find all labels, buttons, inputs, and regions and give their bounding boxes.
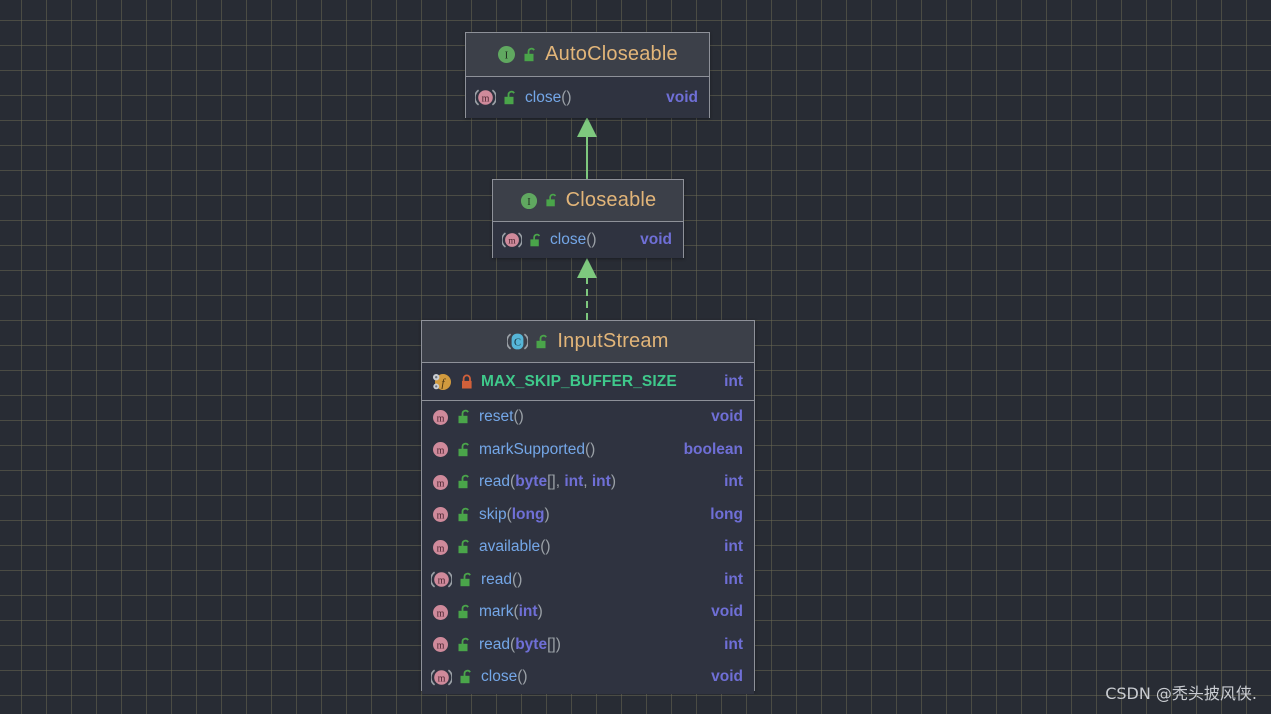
- unlock-icon: [459, 669, 474, 685]
- svg-text:m: m: [437, 543, 445, 554]
- member-type: void: [640, 231, 672, 248]
- member-row[interactable]: m close() void: [493, 222, 683, 258]
- svg-text:m: m: [437, 446, 445, 457]
- methods-section-auto-closeable: m close() void: [466, 77, 709, 118]
- static-field-icon: f: [431, 372, 453, 392]
- member-signature: skip(long): [479, 505, 550, 523]
- member-row[interactable]: m mark(int) void: [422, 596, 754, 629]
- svg-text:I: I: [527, 196, 531, 207]
- svg-text:m: m: [438, 673, 446, 684]
- member-type: int: [724, 473, 743, 491]
- unlock-icon: [457, 604, 472, 620]
- member-row[interactable]: m markSupported() boolean: [422, 434, 754, 467]
- member-type: int: [724, 372, 743, 390]
- member-row[interactable]: f MAX_SKIP_BUFFER_SIZE int: [422, 363, 754, 400]
- unlock-icon: [457, 539, 472, 555]
- svg-text:m: m: [437, 478, 445, 489]
- member-type: void: [711, 603, 743, 621]
- interface-icon: I: [497, 45, 516, 64]
- class-header-auto-closeable[interactable]: I AutoCloseable: [466, 33, 709, 77]
- member-row[interactable]: m available() int: [422, 531, 754, 564]
- unlock-icon: [457, 637, 472, 653]
- watermark: CSDN @秃头披风侠.: [1105, 684, 1257, 703]
- unlock-icon: [523, 47, 538, 63]
- connector-inputstream-implements-closeable: [577, 258, 597, 320]
- member-signature: close(): [481, 668, 528, 686]
- class-name-auto-closeable: AutoCloseable: [545, 43, 678, 65]
- member-row[interactable]: m read() int: [422, 564, 754, 597]
- connector-closeable-extends-autocloseable: [577, 117, 597, 179]
- abstract-class-icon: C: [506, 332, 530, 351]
- member-signature: read(byte[], int, int): [479, 473, 616, 491]
- svg-text:m: m: [482, 93, 490, 104]
- unlock-icon: [457, 409, 472, 425]
- unlock-icon: [503, 90, 518, 106]
- unlock-icon: [545, 193, 559, 208]
- method-icon: m: [431, 440, 450, 459]
- class-header-input-stream[interactable]: C InputStream: [422, 321, 754, 363]
- unlock-icon: [457, 442, 472, 458]
- member-signature: markSupported(): [479, 440, 596, 458]
- svg-text:m: m: [437, 413, 445, 424]
- method-icon: m: [431, 473, 450, 492]
- class-box-input-stream[interactable]: C InputStream f MAX_SKIP_BUFFER_SIZE int…: [421, 320, 755, 694]
- method-abstract-icon: m: [430, 570, 453, 589]
- member-type: void: [666, 88, 698, 106]
- method-icon: m: [431, 603, 450, 622]
- member-row[interactable]: m read(byte[], int, int) int: [422, 466, 754, 499]
- member-type: int: [724, 570, 743, 588]
- class-name-closeable: Closeable: [565, 189, 657, 211]
- unlock-icon: [535, 334, 550, 350]
- methods-section-input-stream: m reset() void m markSupported() boolean…: [422, 400, 754, 694]
- svg-text:m: m: [437, 511, 445, 522]
- unlock-icon: [457, 507, 472, 523]
- svg-text:I: I: [505, 50, 509, 62]
- method-abstract-icon: m: [474, 88, 497, 107]
- unlock-icon: [459, 572, 474, 588]
- method-icon: m: [431, 635, 450, 654]
- member-row[interactable]: m read(byte[]) int: [422, 629, 754, 662]
- unlock-icon: [529, 233, 543, 248]
- member-signature: read(): [481, 570, 523, 588]
- svg-text:m: m: [508, 237, 516, 247]
- member-row[interactable]: m close() void: [466, 77, 709, 118]
- class-box-closeable[interactable]: I Closeable m close() void: [492, 179, 684, 258]
- member-row[interactable]: m close() void: [422, 661, 754, 694]
- member-signature: close(): [525, 88, 572, 106]
- class-header-closeable[interactable]: I Closeable: [493, 180, 683, 222]
- methods-section-closeable: m close() void: [493, 222, 683, 258]
- member-type: int: [724, 635, 743, 653]
- method-icon: m: [431, 408, 450, 427]
- member-type: boolean: [683, 440, 743, 458]
- svg-text:m: m: [438, 576, 446, 587]
- svg-text:C: C: [514, 338, 521, 349]
- method-icon: m: [431, 538, 450, 557]
- class-name-input-stream: InputStream: [557, 330, 669, 352]
- member-signature: read(byte[]): [479, 635, 561, 653]
- fields-section-input-stream: f MAX_SKIP_BUFFER_SIZE int: [422, 363, 754, 400]
- method-abstract-icon: m: [430, 668, 453, 687]
- member-type: long: [710, 505, 743, 523]
- member-signature: reset(): [479, 408, 524, 426]
- svg-text:m: m: [437, 608, 445, 619]
- member-type: void: [711, 408, 743, 426]
- lock-icon: [460, 374, 474, 390]
- member-signature: close(): [550, 231, 597, 248]
- svg-text:m: m: [437, 641, 445, 652]
- member-type: int: [724, 538, 743, 556]
- interface-icon: I: [520, 192, 538, 210]
- member-signature: available(): [479, 538, 551, 556]
- member-signature: MAX_SKIP_BUFFER_SIZE: [481, 372, 677, 390]
- class-box-auto-closeable[interactable]: I AutoCloseable m close() void: [465, 32, 710, 118]
- method-icon: m: [431, 505, 450, 524]
- unlock-icon: [457, 474, 472, 490]
- diagram-canvas[interactable]: I AutoCloseable m close() void I Closeab…: [0, 0, 1271, 714]
- member-row[interactable]: m skip(long) long: [422, 499, 754, 532]
- member-type: void: [711, 668, 743, 686]
- member-signature: mark(int): [479, 603, 543, 621]
- member-row[interactable]: m reset() void: [422, 401, 754, 434]
- method-abstract-icon: m: [501, 231, 523, 249]
